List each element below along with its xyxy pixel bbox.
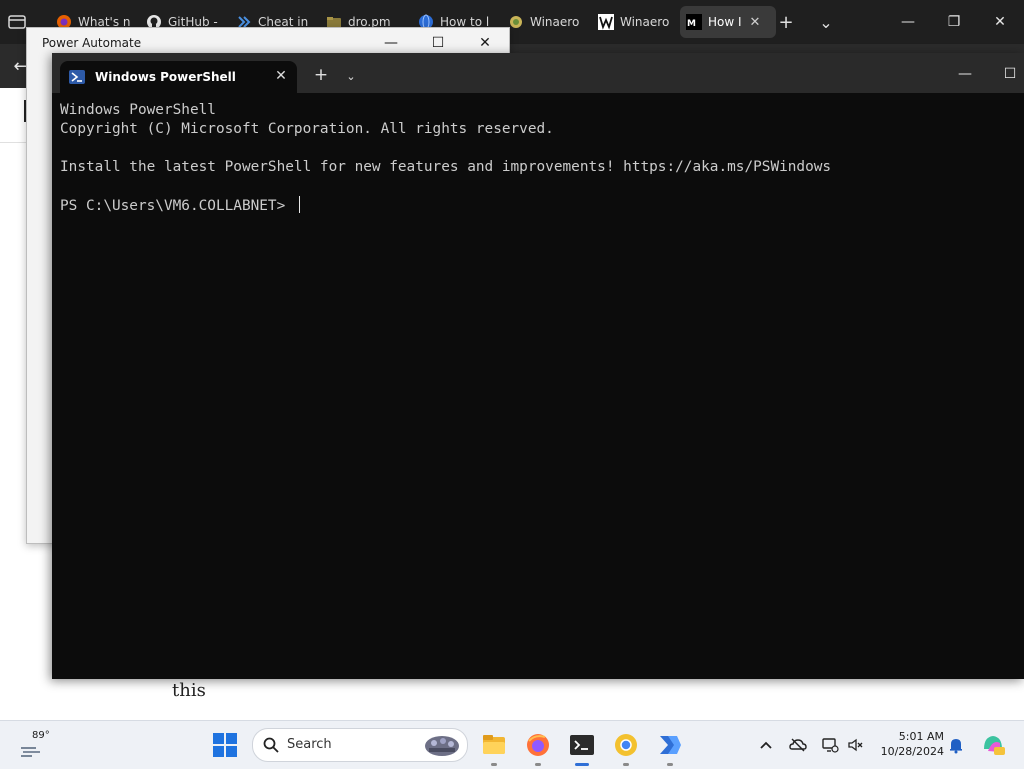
weather-widget[interactable]: 89° bbox=[18, 730, 52, 760]
terminal-tab-powershell[interactable]: Windows PowerShell ✕ bbox=[60, 61, 297, 93]
clock-date: 10/28/2024 bbox=[880, 745, 944, 758]
onedrive-offline-icon[interactable] bbox=[788, 735, 808, 755]
taskbar: 89° Search 5:01 AM 10/28/2024 bbox=[0, 720, 1024, 769]
start-button[interactable] bbox=[209, 729, 241, 761]
firefox-icon bbox=[527, 734, 549, 756]
network-icon[interactable] bbox=[820, 735, 840, 755]
terminal-tab-label: Windows PowerShell bbox=[95, 70, 236, 84]
running-indicator bbox=[667, 763, 673, 766]
firefox-button[interactable] bbox=[522, 729, 554, 766]
browser-minimize-button[interactable]: — bbox=[888, 8, 928, 36]
browser-tab-6[interactable]: Winaero bbox=[502, 6, 592, 38]
svg-text:M: M bbox=[687, 19, 696, 29]
running-indicator bbox=[491, 763, 497, 766]
search-highlight-icon bbox=[425, 736, 459, 756]
pa-minimize-button[interactable]: — bbox=[374, 32, 408, 54]
terminal-prompt: PS C:\Users\VM6.COLLABNET> bbox=[60, 198, 294, 214]
close-icon[interactable]: ✕ bbox=[750, 15, 761, 30]
terminal-icon bbox=[570, 735, 594, 755]
browser-canary-icon bbox=[615, 734, 637, 756]
running-indicator bbox=[535, 763, 541, 766]
weather-temp: 89° bbox=[32, 730, 50, 741]
search-icon bbox=[263, 737, 279, 753]
browser-close-button[interactable]: ✕ bbox=[980, 8, 1020, 36]
terminal-minimize-button[interactable]: — bbox=[945, 63, 985, 85]
terminal-window: Windows PowerShell ✕ + ⌄ — ☐ Windows Pow… bbox=[52, 53, 1024, 679]
search-label: Search bbox=[287, 737, 332, 752]
clock-time: 5:01 AM bbox=[898, 730, 944, 743]
terminal-maximize-button[interactable]: ☐ bbox=[990, 63, 1024, 85]
active-indicator bbox=[575, 763, 589, 766]
browser-tab-8-active[interactable]: M How I ✕ bbox=[680, 6, 776, 38]
chrome-canary-button[interactable] bbox=[610, 729, 642, 766]
terminal-cursor bbox=[298, 196, 301, 213]
folder-icon bbox=[483, 735, 505, 754]
browser-tab-7[interactable]: Winaero bbox=[592, 6, 682, 38]
power-automate-button[interactable] bbox=[654, 729, 686, 766]
powershell-icon bbox=[69, 69, 85, 85]
taskbar-search-box[interactable]: Search bbox=[252, 728, 468, 762]
winaero-icon bbox=[508, 14, 524, 30]
tab-label: Winaero bbox=[620, 15, 670, 29]
medium-icon: M bbox=[686, 14, 702, 30]
terminal-output[interactable]: Windows PowerShell Copyright (C) Microso… bbox=[60, 101, 1010, 671]
terminal-prompt-line[interactable]: PS C:\Users\VM6.COLLABNET> bbox=[60, 196, 1010, 215]
terminal-line: Windows PowerShell bbox=[60, 102, 216, 118]
list-tabs-button[interactable]: ⌄ bbox=[812, 10, 840, 34]
new-tab-button[interactable]: + bbox=[772, 10, 800, 34]
wind-icon bbox=[21, 747, 40, 757]
terminal-tab-bar: Windows PowerShell ✕ + ⌄ — ☐ bbox=[52, 53, 1024, 93]
power-automate-icon bbox=[660, 736, 681, 754]
page-text: this bbox=[172, 680, 206, 701]
tab-label: How I bbox=[708, 15, 742, 29]
file-explorer-button[interactable] bbox=[478, 729, 510, 766]
pa-maximize-button[interactable]: ☐ bbox=[421, 32, 455, 54]
tab-label: Winaero bbox=[530, 15, 580, 29]
browser-restore-button[interactable]: ❐ bbox=[934, 8, 974, 36]
w-logo-icon bbox=[598, 14, 614, 30]
close-icon[interactable]: ✕ bbox=[272, 67, 290, 85]
chevron-down-icon[interactable]: ⌄ bbox=[341, 66, 361, 86]
taskbar-clock[interactable]: 5:01 AM 10/28/2024 bbox=[872, 729, 944, 759]
windows-logo-icon bbox=[213, 733, 237, 757]
copilot-icon[interactable] bbox=[980, 731, 1006, 757]
tray-overflow-chevron-icon[interactable] bbox=[756, 735, 776, 755]
terminal-line: Copyright (C) Microsoft Corporation. All… bbox=[60, 121, 554, 137]
notification-bell-icon[interactable] bbox=[946, 735, 966, 755]
pa-close-button[interactable]: ✕ bbox=[468, 32, 502, 54]
volume-muted-icon[interactable] bbox=[846, 735, 866, 755]
terminal-new-tab-button[interactable]: + bbox=[310, 65, 332, 85]
window-title: Power Automate bbox=[42, 36, 142, 50]
terminal-button[interactable] bbox=[566, 729, 598, 766]
page-divider bbox=[0, 142, 28, 143]
running-indicator bbox=[623, 763, 629, 766]
terminal-line: Install the latest PowerShell for new fe… bbox=[60, 159, 832, 175]
